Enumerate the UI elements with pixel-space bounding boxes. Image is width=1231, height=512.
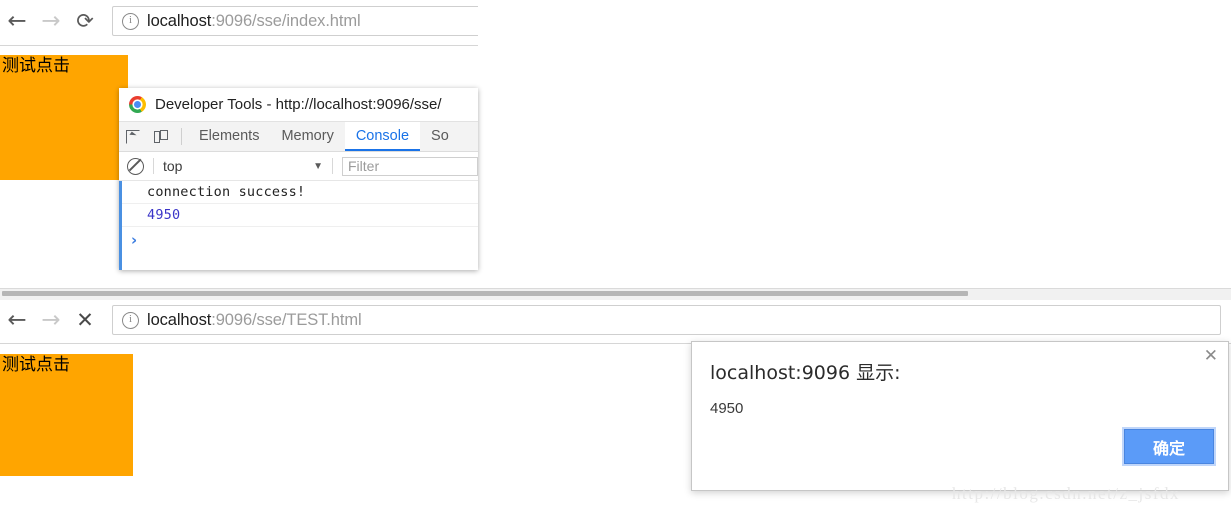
address-bar-top[interactable]: i localhost:9096/sse/index.html <box>112 6 478 36</box>
console-context-value: top <box>163 158 183 174</box>
dialog-message: 4950 <box>710 400 744 417</box>
close-icon: ✕ <box>76 307 94 332</box>
reload-icon: ⟳ <box>76 8 94 33</box>
watermark: http://blog.csdn.net/z_jsfdx <box>952 484 1181 503</box>
forward-arrow-icon: → <box>41 306 61 333</box>
chevron-down-icon: ▼ <box>313 160 323 172</box>
site-info-icon[interactable]: i <box>122 311 139 329</box>
stop-loading-button[interactable]: ✕ <box>68 303 102 337</box>
console-row: connection success! <box>122 181 478 204</box>
filterbar-divider-2 <box>332 158 333 174</box>
site-info-icon[interactable]: i <box>122 12 139 30</box>
chrome-logo-icon <box>129 96 146 113</box>
console-filter-input[interactable]: Filter <box>342 156 478 176</box>
tab-memory[interactable]: Memory <box>270 122 344 151</box>
close-icon[interactable]: ✕ <box>1204 348 1218 365</box>
tab-sources[interactable]: So <box>420 122 460 151</box>
forward-button[interactable]: → <box>34 4 68 38</box>
forward-arrow-icon: → <box>41 7 61 34</box>
devtools-window: Developer Tools - http://localhost:9096/… <box>119 88 478 270</box>
back-arrow-icon: ← <box>7 306 27 333</box>
url-path: :9096/sse/index.html <box>211 11 361 30</box>
devtools-title: Developer Tools - http://localhost:9096/… <box>155 96 442 113</box>
tab-console[interactable]: Console <box>344 122 421 151</box>
horizontal-scrollbar-thumb[interactable] <box>2 291 968 296</box>
browser-toolbar-bottom: ← → ✕ i localhost:9096/sse/TEST.html <box>0 302 1231 338</box>
console-prompt[interactable]: › <box>122 227 478 253</box>
console-filter-bar: top ▼ Filter <box>119 152 478 181</box>
test-click-button-top[interactable]: 测试点击 <box>0 55 128 180</box>
tab-elements[interactable]: Elements <box>188 122 270 151</box>
ok-button[interactable]: 确定 <box>1124 429 1214 464</box>
address-bar-bottom[interactable]: i localhost:9096/sse/TEST.html <box>112 305 1221 335</box>
device-toolbar-icon <box>154 129 168 144</box>
back-arrow-icon: ← <box>7 7 27 34</box>
reload-button[interactable]: ⟳ <box>68 4 102 38</box>
devtools-tabbar: Elements Memory Console So <box>119 122 478 152</box>
address-bar-url-bottom: localhost:9096/sse/TEST.html <box>147 311 362 330</box>
url-host: localhost <box>147 310 212 329</box>
back-button[interactable]: ← <box>0 4 34 38</box>
device-toolbar-button[interactable] <box>147 122 175 151</box>
console-row: 4950 <box>122 204 478 227</box>
url-path: :9096/sse/TEST.html <box>211 310 362 329</box>
dialog-title: localhost:9096 显示: <box>710 362 901 384</box>
url-host: localhost <box>147 11 212 30</box>
inspect-element-button[interactable] <box>119 122 147 151</box>
back-button[interactable]: ← <box>0 303 34 337</box>
filterbar-divider-1 <box>153 158 154 174</box>
javascript-alert-dialog: ✕ localhost:9096 显示: 4950 确定 <box>691 341 1229 491</box>
console-output: connection success! 4950 › <box>119 181 478 270</box>
test-click-button-bottom[interactable]: 测试点击 <box>0 354 133 476</box>
toolbar-separator <box>181 128 182 145</box>
browser-toolbar-top: ← → ⟳ i localhost:9096/sse/index.html <box>0 3 478 39</box>
clear-console-icon[interactable] <box>127 157 144 175</box>
forward-button[interactable]: → <box>34 303 68 337</box>
address-bar-url-top: localhost:9096/sse/index.html <box>147 12 361 31</box>
inspect-element-icon <box>126 129 140 144</box>
toolbar-divider-top <box>0 45 478 46</box>
console-context-select[interactable]: top ▼ <box>163 158 323 174</box>
devtools-titlebar: Developer Tools - http://localhost:9096/… <box>119 88 478 122</box>
